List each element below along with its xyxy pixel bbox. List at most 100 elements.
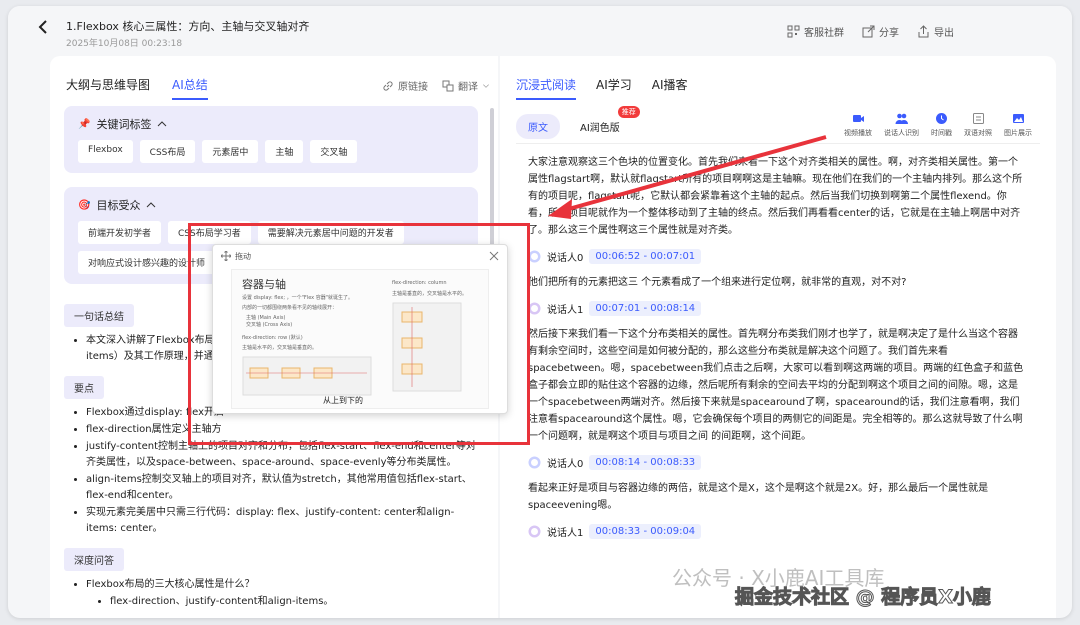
mode-switch: 原文 AI润色版 推荐 — [516, 106, 640, 139]
bilingual-icon — [972, 113, 984, 124]
bilingual-label: 双语对照 — [964, 129, 992, 137]
speaker-timestamp[interactable]: 00:07:01 - 00:08:14 — [589, 301, 702, 316]
target-icon: 🎯 — [78, 199, 91, 211]
export-button[interactable]: 导出 — [917, 24, 954, 39]
summary-label: 一句话总结 — [64, 304, 134, 327]
top-actions: 客服社群 分享 导出 — [787, 24, 954, 39]
qa-answer: flex-direction、justify-content和align-ite… — [110, 594, 478, 610]
translate-icon — [442, 80, 454, 91]
qa-label: 深度问答 — [64, 548, 124, 571]
video-play-button[interactable]: 视频播放 — [844, 112, 872, 138]
view-tools: 视频播放 说话人识别 时间戳 双语对照 图片展示 — [844, 112, 1032, 138]
link-icon — [383, 80, 393, 91]
list-item: align-items控制交叉轴上的项目对齐，默认值为stretch，其他常用值… — [86, 472, 478, 504]
speaker-name: 说话人1 — [547, 528, 584, 539]
bilingual-button[interactable]: 双语对照 — [964, 112, 992, 138]
video-play-label: 视频播放 — [844, 129, 872, 137]
original-link-button[interactable]: 原链接 — [382, 78, 428, 93]
transcript-paragraph: 然后接下来我们看一下这个分布类相关的属性。首先啊分布类我们刚才也学了，就是啊决定… — [528, 329, 1024, 442]
mode-ai-polished-label: AI润色版 — [580, 123, 620, 134]
transcript-paragraph: 看起来正好是项目与容器边缘的两倍，就是这个是X，这个是啊这个就是2X。好，那么最… — [528, 483, 989, 511]
share-icon — [862, 25, 875, 38]
watermark-juejin: 掘金技术社区 @ 程序员X小鹿 — [735, 586, 992, 609]
qa-list: Flexbox布局的三大核心属性是什么？ — [86, 577, 478, 593]
document-date: 2025年10月08日 00:23:18 — [66, 39, 183, 49]
customer-service-button[interactable]: 客服社群 — [787, 24, 844, 39]
key-points-label: 要点 — [64, 376, 104, 399]
speakers-icon — [895, 113, 908, 124]
mode-ai-polished-button[interactable]: AI润色版 推荐 — [568, 106, 640, 139]
speaker-avatar-icon — [528, 525, 541, 538]
tab-ai-summary[interactable]: AI总结 — [172, 76, 208, 100]
chevron-down-icon — [483, 83, 489, 88]
speaker-timestamp[interactable]: 00:08:33 - 00:09:04 — [589, 524, 702, 539]
speaker-name: 说话人0 — [547, 253, 584, 264]
tab-ai-podcast[interactable]: AI播客 — [652, 76, 688, 100]
divider — [516, 143, 1040, 144]
document-title: 1.Flexbox 核心三属性：方向、主轴与交叉轴对齐 — [66, 20, 310, 33]
back-arrow-icon[interactable] — [36, 20, 50, 34]
audience-header[interactable]: 🎯 目标受众 — [78, 197, 464, 213]
mode-original-label: 原文 — [528, 123, 548, 134]
audience-title: 目标受众 — [96, 199, 141, 212]
keyword-tag[interactable]: 交叉轴 — [310, 140, 358, 163]
left-tabs: 大纲与思维导图 AI总结 — [66, 76, 208, 100]
video-icon — [852, 115, 864, 122]
original-link-label: 原链接 — [398, 82, 428, 93]
share-label: 分享 — [879, 28, 899, 39]
speaker-name: 说话人1 — [547, 305, 584, 316]
speaker-timestamp[interactable]: 00:06:52 - 00:07:01 — [589, 249, 702, 264]
speaker-row: 说话人1 00:08:33 - 00:09:04 — [528, 524, 1026, 539]
image-icon — [1012, 114, 1024, 123]
timestamp-button[interactable]: 时间戳 — [931, 112, 952, 138]
customer-service-label: 客服社群 — [804, 28, 844, 39]
transcript-paragraph: 大家注意观察这三个色块的位置变化。首先我们来看一下这个对齐类相关的属性。啊，对齐… — [528, 157, 1023, 236]
highlight-box — [188, 223, 530, 445]
right-tabs: 沉浸式阅读 AI学习 AI播客 — [516, 76, 688, 100]
keywords-title: 关键词标签 — [96, 118, 152, 131]
translate-button[interactable]: 翻译 — [442, 78, 490, 93]
tab-outline-mindmap[interactable]: 大纲与思维导图 — [66, 76, 150, 100]
chevron-up-icon — [158, 121, 167, 127]
speaker-recognition-label: 说话人识别 — [884, 129, 919, 137]
qa-question: Flexbox布局的三大核心属性是什么？ — [86, 577, 478, 593]
app-window: 1.Flexbox 核心三属性：方向、主轴与交叉轴对齐 2025年10月08日 … — [8, 6, 1072, 618]
keywords-card: 📌 关键词标签 Flexbox CSS布局 元素居中 主轴 交叉轴 — [64, 106, 478, 173]
speaker-recognition-button[interactable]: 说话人识别 — [884, 112, 919, 138]
speaker-row: 说话人1 00:07:01 - 00:08:14 — [528, 301, 1026, 316]
qa-answer-list: flex-direction、justify-content和align-ite… — [110, 594, 478, 610]
keywords-tags: Flexbox CSS布局 元素居中 主轴 交叉轴 — [78, 140, 464, 163]
right-panel: 沉浸式阅读 AI学习 AI播客 原文 AI润色版 推荐 视频播放 说话人识别 时间… — [500, 56, 1056, 618]
keyword-tag[interactable]: CSS布局 — [139, 140, 196, 163]
keyword-tag[interactable]: 元素居中 — [202, 140, 259, 163]
share-button[interactable]: 分享 — [862, 24, 899, 39]
keyword-tag[interactable]: Flexbox — [78, 140, 133, 163]
chevron-up-icon — [147, 202, 156, 208]
export-icon — [918, 25, 929, 38]
top-bar: 1.Flexbox 核心三属性：方向、主轴与交叉轴对齐 2025年10月08日 … — [8, 6, 1072, 50]
recommend-badge: 推荐 — [617, 106, 640, 118]
image-display-label: 图片展示 — [1004, 129, 1032, 137]
transcript: 大家注意观察这三个色块的位置变化。首先我们来看一下这个对齐类相关的属性。啊，对齐… — [528, 154, 1026, 618]
speaker-avatar-icon — [528, 456, 541, 469]
tab-immersive-reading[interactable]: 沉浸式阅读 — [516, 76, 577, 100]
speaker-name: 说话人0 — [547, 459, 584, 470]
pin-icon: 📌 — [78, 118, 91, 130]
export-label: 导出 — [934, 28, 954, 39]
list-item: 实现元素完美居中只需三行代码：display: flex、justify-con… — [86, 505, 478, 537]
clock-icon — [936, 113, 947, 124]
speaker-timestamp[interactable]: 00:08:14 - 00:08:33 — [589, 455, 702, 470]
keyword-tag[interactable]: 主轴 — [265, 140, 304, 163]
left-tools: 原链接 翻译 — [382, 78, 490, 93]
image-display-button[interactable]: 图片展示 — [1004, 112, 1032, 138]
tab-ai-learning[interactable]: AI学习 — [596, 76, 632, 100]
speaker-row: 说话人0 00:08:14 - 00:08:33 — [528, 455, 1026, 470]
transcript-paragraph: 他们把所有的元素把这三 个元素看成了一个组来进行定位啊，就非常的直观，对不对? — [528, 277, 907, 288]
speaker-row: 说话人0 00:06:52 - 00:07:01 — [528, 249, 1026, 264]
timestamp-label: 时间戳 — [931, 129, 952, 137]
audience-tag[interactable]: 前端开发初学者 — [78, 221, 162, 244]
qrcode-icon — [787, 25, 800, 38]
mode-original-button[interactable]: 原文 — [516, 114, 560, 139]
translate-label: 翻译 — [458, 82, 478, 93]
keywords-header[interactable]: 📌 关键词标签 — [78, 116, 464, 132]
